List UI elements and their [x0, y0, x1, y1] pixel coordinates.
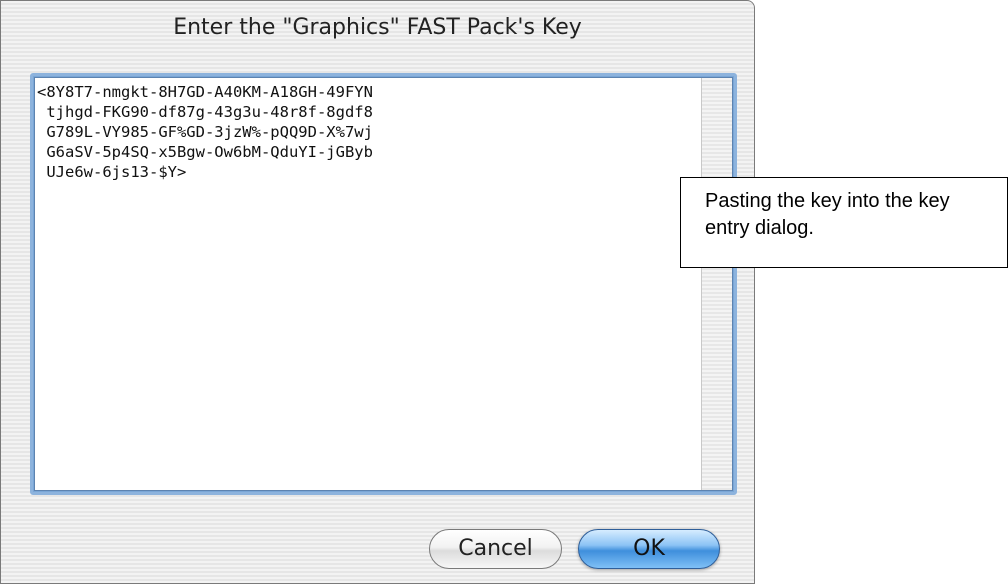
key-text-area-container: <8Y8T7-nmgkt-8H7GD-A40KM-A18GH-49FYN tjh…	[34, 77, 733, 491]
key-text-area-frame: <8Y8T7-nmgkt-8H7GD-A40KM-A18GH-49FYN tjh…	[30, 73, 737, 495]
key-entry-dialog: Enter the "Graphics" FAST Pack's Key <8Y…	[0, 0, 755, 584]
ok-button[interactable]: OK	[578, 529, 720, 569]
cancel-button[interactable]: Cancel	[429, 529, 562, 569]
annotation-callout: Pasting the key into the key entry dialo…	[680, 177, 1008, 268]
dialog-title: Enter the "Graphics" FAST Pack's Key	[173, 15, 582, 40]
key-text-area[interactable]: <8Y8T7-nmgkt-8H7GD-A40KM-A18GH-49FYN tjh…	[37, 82, 692, 486]
vertical-scrollbar[interactable]	[701, 78, 732, 490]
